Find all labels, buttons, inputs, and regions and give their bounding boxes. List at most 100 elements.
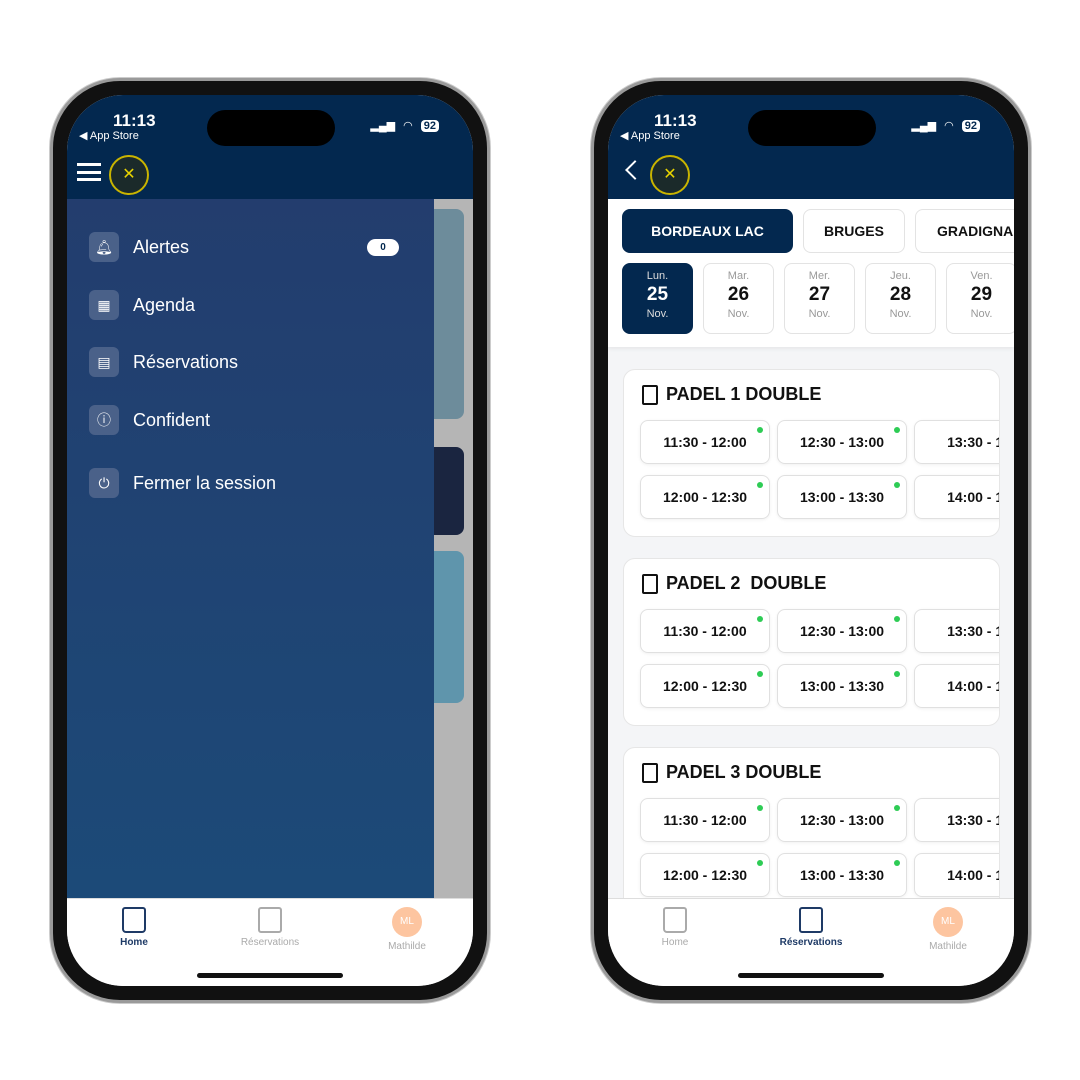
month: Nov. xyxy=(727,308,750,320)
signal-icon: ▂▄▆ xyxy=(370,120,396,132)
header: 11:13 ◀ App Store ▂▄▆ ◠ 92 ✕ xyxy=(67,95,473,199)
home-icon xyxy=(122,907,146,933)
filters: BORDEAUX LAC BRUGES GRADIGNAN Lun. 25 Nov.… xyxy=(608,199,1014,347)
time-slot[interactable]: 12:00 - 12:30 xyxy=(640,475,770,519)
header: 11:13 ◀ App Store ▂▄▆ ◠ 92 ✕ xyxy=(608,95,1014,199)
alerts-count-badge: 0 xyxy=(367,239,399,256)
time-slot[interactable]: 14:00 - 14 xyxy=(914,664,999,708)
time-slot[interactable]: 14:00 - 14 xyxy=(914,853,999,897)
avatar: ML xyxy=(392,907,422,937)
home-indicator xyxy=(738,973,884,978)
time-slot[interactable]: 11:30 - 12:00 xyxy=(640,798,770,842)
court-icon xyxy=(642,762,658,783)
day-of-week: Mer. xyxy=(808,270,831,282)
day-26[interactable]: Mar. 26 Nov. xyxy=(703,263,774,334)
wifi-icon: ◠ xyxy=(944,120,954,132)
court-name: PADEL 1 DOUBLE xyxy=(666,384,822,404)
court-name: PADEL 3 DOUBLE xyxy=(666,762,822,782)
dynamic-island xyxy=(207,110,335,146)
back-to-app-store[interactable]: ◀ App Store xyxy=(620,129,680,142)
time-slot[interactable]: 13:30 - 14 xyxy=(914,420,999,464)
tab-bar: Home Réservations ML Mathilde xyxy=(67,898,473,986)
tab-home[interactable]: Home xyxy=(74,907,194,948)
slot-time: 12:30 - 13:00 xyxy=(799,623,885,639)
available-dot xyxy=(757,616,763,622)
menu-label: Réservations xyxy=(133,351,239,372)
tab-profile[interactable]: ML Mathilde xyxy=(888,907,1008,952)
tab-label: Home xyxy=(661,937,689,948)
month: Nov. xyxy=(889,308,912,320)
time-slot[interactable]: 12:30 - 13:00 xyxy=(777,798,907,842)
slot-time: 13:30 - 14 xyxy=(947,623,999,639)
menu-item-confident[interactable]: ⓘ Confident xyxy=(89,405,210,435)
time-slot[interactable]: 12:00 - 12:30 xyxy=(640,853,770,897)
available-dot xyxy=(894,671,900,677)
slot-time: 14:00 - 14 xyxy=(947,489,999,505)
menu-label: Alertes xyxy=(133,236,190,257)
slot-time: 14:00 - 14 xyxy=(947,867,999,883)
court-icon xyxy=(642,573,658,594)
status-time: 11:13 xyxy=(654,111,697,130)
available-dot xyxy=(757,671,763,677)
day-27[interactable]: Mer. 27 Nov. xyxy=(784,263,855,334)
back-chevron-icon[interactable] xyxy=(625,160,645,180)
home-content-dimmed xyxy=(434,199,473,898)
calendar-icon: ▦ xyxy=(89,290,119,320)
home-icon xyxy=(663,907,687,933)
club-logo: ✕ xyxy=(109,155,149,195)
day-number: 28 xyxy=(889,284,912,305)
day-number: 27 xyxy=(808,284,831,305)
battery-icon: 92 xyxy=(961,119,980,132)
court-card: PADEL 1 DOUBLE 11:30 - 12:00 12:30 - 13:00… xyxy=(623,369,1000,537)
time-slot[interactable]: 11:30 - 12:00 xyxy=(640,609,770,653)
available-dot xyxy=(757,427,763,433)
court-name: PADEL 2 DOUBLE xyxy=(666,573,827,593)
menu-item-logout[interactable]: ⏻ Fermer la session xyxy=(89,468,276,498)
time-slot[interactable]: 14:00 - 14 xyxy=(914,475,999,519)
location-bruges[interactable]: BRUGES xyxy=(803,209,905,253)
slot-time: 13:30 - 14 xyxy=(947,812,999,828)
tab-label: Mathilde xyxy=(388,941,426,952)
time-slot[interactable]: 13:00 - 13:30 xyxy=(777,475,907,519)
time-slot[interactable]: 13:00 - 13:30 xyxy=(777,853,907,897)
status-icons: ▂▄▆ ◠ 92 xyxy=(370,119,439,132)
tab-reservations[interactable]: Réservations xyxy=(210,907,330,948)
tab-home[interactable]: Home xyxy=(615,907,735,948)
time-slot[interactable]: 13:30 - 14 xyxy=(914,798,999,842)
tab-profile[interactable]: ML Mathilde xyxy=(347,907,467,952)
menu-item-reservations[interactable]: ▤ Réservations xyxy=(89,347,238,377)
screen-reservations: 11:13 ◀ App Store ▂▄▆ ◠ 92 ✕ BORDEAUX LAC … xyxy=(608,95,1014,986)
day-25[interactable]: Lun. 25 Nov. xyxy=(622,263,693,334)
location-gradignan[interactable]: GRADIGNAN xyxy=(915,209,1014,253)
back-to-app-store[interactable]: ◀ App Store xyxy=(79,129,139,142)
menu-item-agenda[interactable]: ▦ Agenda xyxy=(89,290,195,320)
menu-label: Agenda xyxy=(133,294,196,315)
time-slot[interactable]: 11:30 - 12:00 xyxy=(640,420,770,464)
location-bordeaux-lac[interactable]: BORDEAUX LAC xyxy=(622,209,793,253)
court-icon xyxy=(258,907,282,933)
tab-bar: Home Réservations ML Mathilde xyxy=(608,898,1014,986)
tab-label: Mathilde xyxy=(929,941,967,952)
day-number: 29 xyxy=(970,284,993,305)
home-indicator xyxy=(197,973,343,978)
slot-time: 11:30 - 12:00 xyxy=(663,623,747,639)
time-slot[interactable]: 12:00 - 12:30 xyxy=(640,664,770,708)
time-slot[interactable]: 12:30 - 13:00 xyxy=(777,609,907,653)
phone-right: 11:13 ◀ App Store ▂▄▆ ◠ 92 ✕ BORDEAUX LAC … xyxy=(591,78,1031,1003)
menu-item-alertes[interactable]: 🔔︎ Alertes xyxy=(89,232,189,262)
day-29[interactable]: Ven. 29 Nov. xyxy=(946,263,1014,334)
tab-label: Home xyxy=(120,937,148,948)
month: Nov. xyxy=(970,308,993,320)
court-card: PADEL 3 DOUBLE 11:30 - 12:00 12:30 - 13:00… xyxy=(623,747,1000,898)
wifi-icon: ◠ xyxy=(403,120,413,132)
tab-reservations[interactable]: Réservations xyxy=(751,907,871,948)
day-28[interactable]: Jeu. 28 Nov. xyxy=(865,263,936,334)
available-dot xyxy=(894,860,900,866)
time-slot[interactable]: 13:30 - 14 xyxy=(914,609,999,653)
time-slot[interactable]: 12:30 - 13:00 xyxy=(777,420,907,464)
time-slot[interactable]: 13:00 - 13:30 xyxy=(777,664,907,708)
day-of-week: Jeu. xyxy=(890,270,911,282)
courts-list: PADEL 1 DOUBLE 11:30 - 12:00 12:30 - 13:00… xyxy=(608,347,1014,898)
hamburger-menu-icon[interactable] xyxy=(77,163,101,181)
available-dot xyxy=(757,805,763,811)
